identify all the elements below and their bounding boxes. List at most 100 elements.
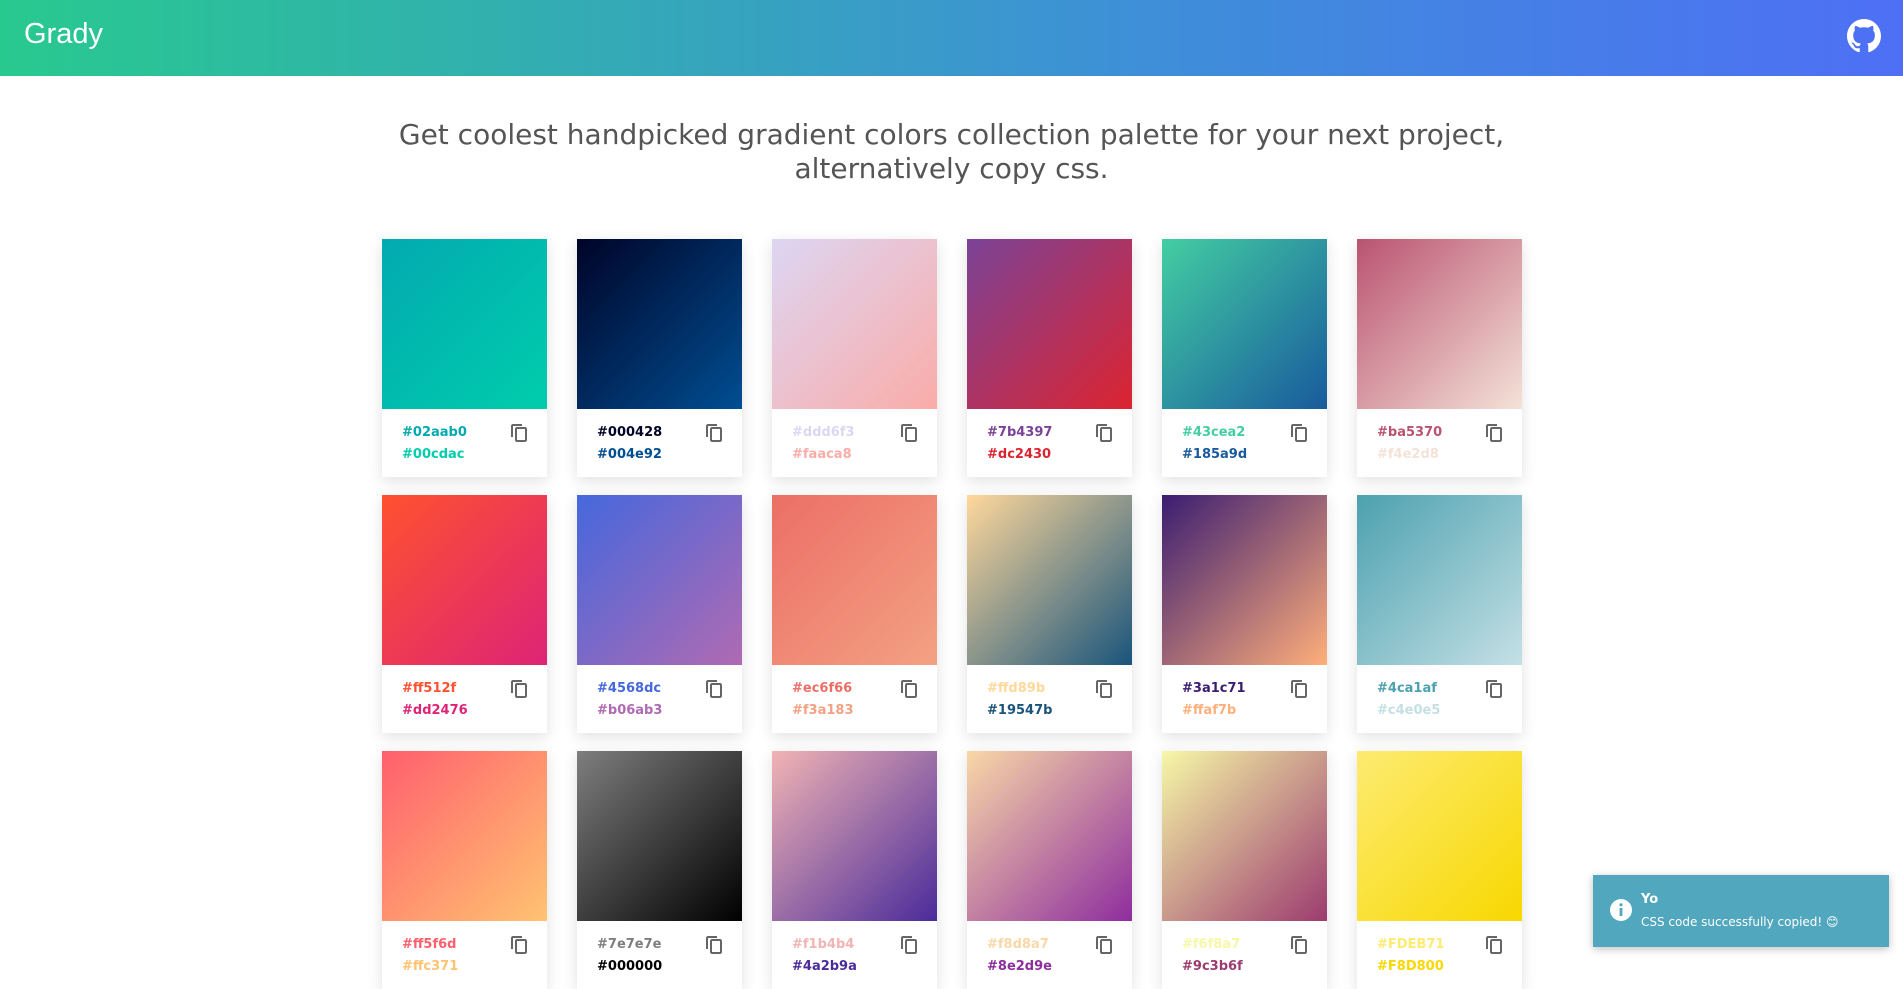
gradient-card[interactable]: #4ca1af #c4e0e5 [1357,495,1522,733]
color-code-start: #000428 [597,425,663,440]
copy-icon[interactable] [511,936,527,954]
copy-icon[interactable] [706,936,722,954]
page-tagline: Get coolest handpicked gradient colors c… [300,118,1603,186]
color-code-start: #ec6f66 [792,681,853,696]
color-code-end: #F8D800 [1377,959,1444,974]
gradient-swatch[interactable] [382,495,547,665]
copy-icon[interactable] [1486,424,1502,442]
gradient-card[interactable]: #ff5f6d #ffc371 [382,751,547,989]
color-code-start: #02aab0 [402,425,467,440]
color-code-end: #4a2b9a [792,959,857,974]
gradient-swatch[interactable] [1357,239,1522,409]
color-code-start: #7b4397 [987,425,1053,440]
copy-icon[interactable] [1096,424,1112,442]
brand-logo[interactable]: Grady [24,18,103,51]
gradient-card[interactable]: #ec6f66 #f3a183 [772,495,937,733]
copy-icon[interactable] [1291,680,1307,698]
gradient-card[interactable]: #7b4397 #dc2430 [967,239,1132,477]
copy-icon[interactable] [511,424,527,442]
gradient-card[interactable]: #7e7e7e #000000 [577,751,742,989]
color-code-start: #FDEB71 [1377,937,1445,952]
gradient-swatch[interactable] [967,495,1132,665]
gradient-swatch[interactable] [1162,239,1327,409]
gradient-swatch[interactable] [577,751,742,921]
gradient-card[interactable]: #f1b4b4 #4a2b9a [772,751,937,989]
gradient-swatch[interactable] [772,751,937,921]
gradient-swatch[interactable] [1357,751,1522,921]
gradient-swatch[interactable] [382,239,547,409]
color-code-end: #185a9d [1182,447,1248,462]
color-code-end: #f3a183 [792,703,854,718]
copy-icon[interactable] [706,680,722,698]
color-code-start: #ffd89b [987,681,1046,696]
color-code-end: #f4e2d8 [1377,447,1439,462]
gradient-card[interactable]: #3a1c71 #ffaf7b [1162,495,1327,733]
color-code-end: #000000 [597,959,663,974]
copy-icon[interactable] [1486,680,1502,698]
gradient-swatch[interactable] [967,239,1132,409]
gradient-swatch[interactable] [577,495,742,665]
color-code-start: #f8d8a7 [987,937,1049,952]
gradient-card[interactable]: #43cea2 #185a9d [1162,239,1327,477]
gradient-card[interactable]: #f6f8a7 #9c3b6f [1162,751,1327,989]
color-code-end: #b06ab3 [597,703,663,718]
color-code-end: #c4e0e5 [1377,703,1441,718]
copy-icon[interactable] [1486,936,1502,954]
gradient-card[interactable]: #ba5370 #f4e2d8 [1357,239,1522,477]
gradient-swatch[interactable] [1162,495,1327,665]
copy-icon[interactable] [901,680,917,698]
toast-message: CSS code successfully copied! 😊 [1641,915,1839,929]
gradient-swatch[interactable] [772,239,937,409]
color-code-start: #ff5f6d [402,937,457,952]
gradient-swatch[interactable] [1162,751,1327,921]
color-code-end: #ffc371 [402,959,459,974]
copy-icon[interactable] [1291,936,1307,954]
color-code-end: #ffaf7b [1182,703,1237,718]
copy-toast[interactable]: Yo CSS code successfully copied! 😊 [1593,875,1889,947]
color-code-end: #dd2476 [402,703,468,718]
color-code-start: #7e7e7e [597,937,662,952]
gradient-card[interactable]: #02aab0 #00cdac [382,239,547,477]
copy-icon[interactable] [901,936,917,954]
gradient-card[interactable]: #000428 #004e92 [577,239,742,477]
header: Grady [0,0,1903,76]
copy-icon[interactable] [706,424,722,442]
gradient-card[interactable]: #f8d8a7 #8e2d9e [967,751,1132,989]
copy-icon[interactable] [1096,680,1112,698]
color-code-end: #19547b [987,703,1053,718]
gradient-swatch[interactable] [1357,495,1522,665]
color-code-end: #9c3b6f [1182,959,1243,974]
color-code-start: #f6f8a7 [1182,937,1241,952]
color-code-end: #dc2430 [987,447,1052,462]
tagline-line-1: Get coolest handpicked gradient colors c… [398,118,1505,151]
gradient-swatch[interactable] [967,751,1132,921]
color-code-start: #3a1c71 [1182,681,1246,696]
color-code-start: #4ca1af [1377,681,1437,696]
color-code-start: #ff512f [402,681,457,696]
gradient-card[interactable]: #FDEB71 #F8D800 [1357,751,1522,989]
color-code-start: #4568dc [597,681,662,696]
gradient-swatch[interactable] [382,751,547,921]
copy-icon[interactable] [901,424,917,442]
gradient-card[interactable]: #ffd89b #19547b [967,495,1132,733]
color-code-end: #8e2d9e [987,959,1052,974]
gradient-card[interactable]: #4568dc #b06ab3 [577,495,742,733]
color-code-start: #ddd6f3 [792,425,855,440]
color-code-end: #004e92 [597,447,662,462]
color-code-end: #00cdac [402,447,465,462]
gradient-swatch[interactable] [577,239,742,409]
toast-title: Yo [1641,892,1659,907]
color-code-start: #ba5370 [1377,425,1443,440]
gradient-card[interactable]: #ff512f #dd2476 [382,495,547,733]
copy-icon[interactable] [1291,424,1307,442]
color-code-start: #43cea2 [1182,425,1246,440]
color-code-start: #f1b4b4 [792,937,855,952]
github-icon[interactable] [1847,19,1881,53]
gradient-swatch[interactable] [772,495,937,665]
gradient-card[interactable]: #ddd6f3 #faaca8 [772,239,937,477]
info-icon [1609,898,1633,922]
tagline-line-2: alternatively copy css. [794,152,1109,185]
copy-icon[interactable] [511,680,527,698]
color-code-end: #faaca8 [792,447,852,462]
copy-icon[interactable] [1096,936,1112,954]
